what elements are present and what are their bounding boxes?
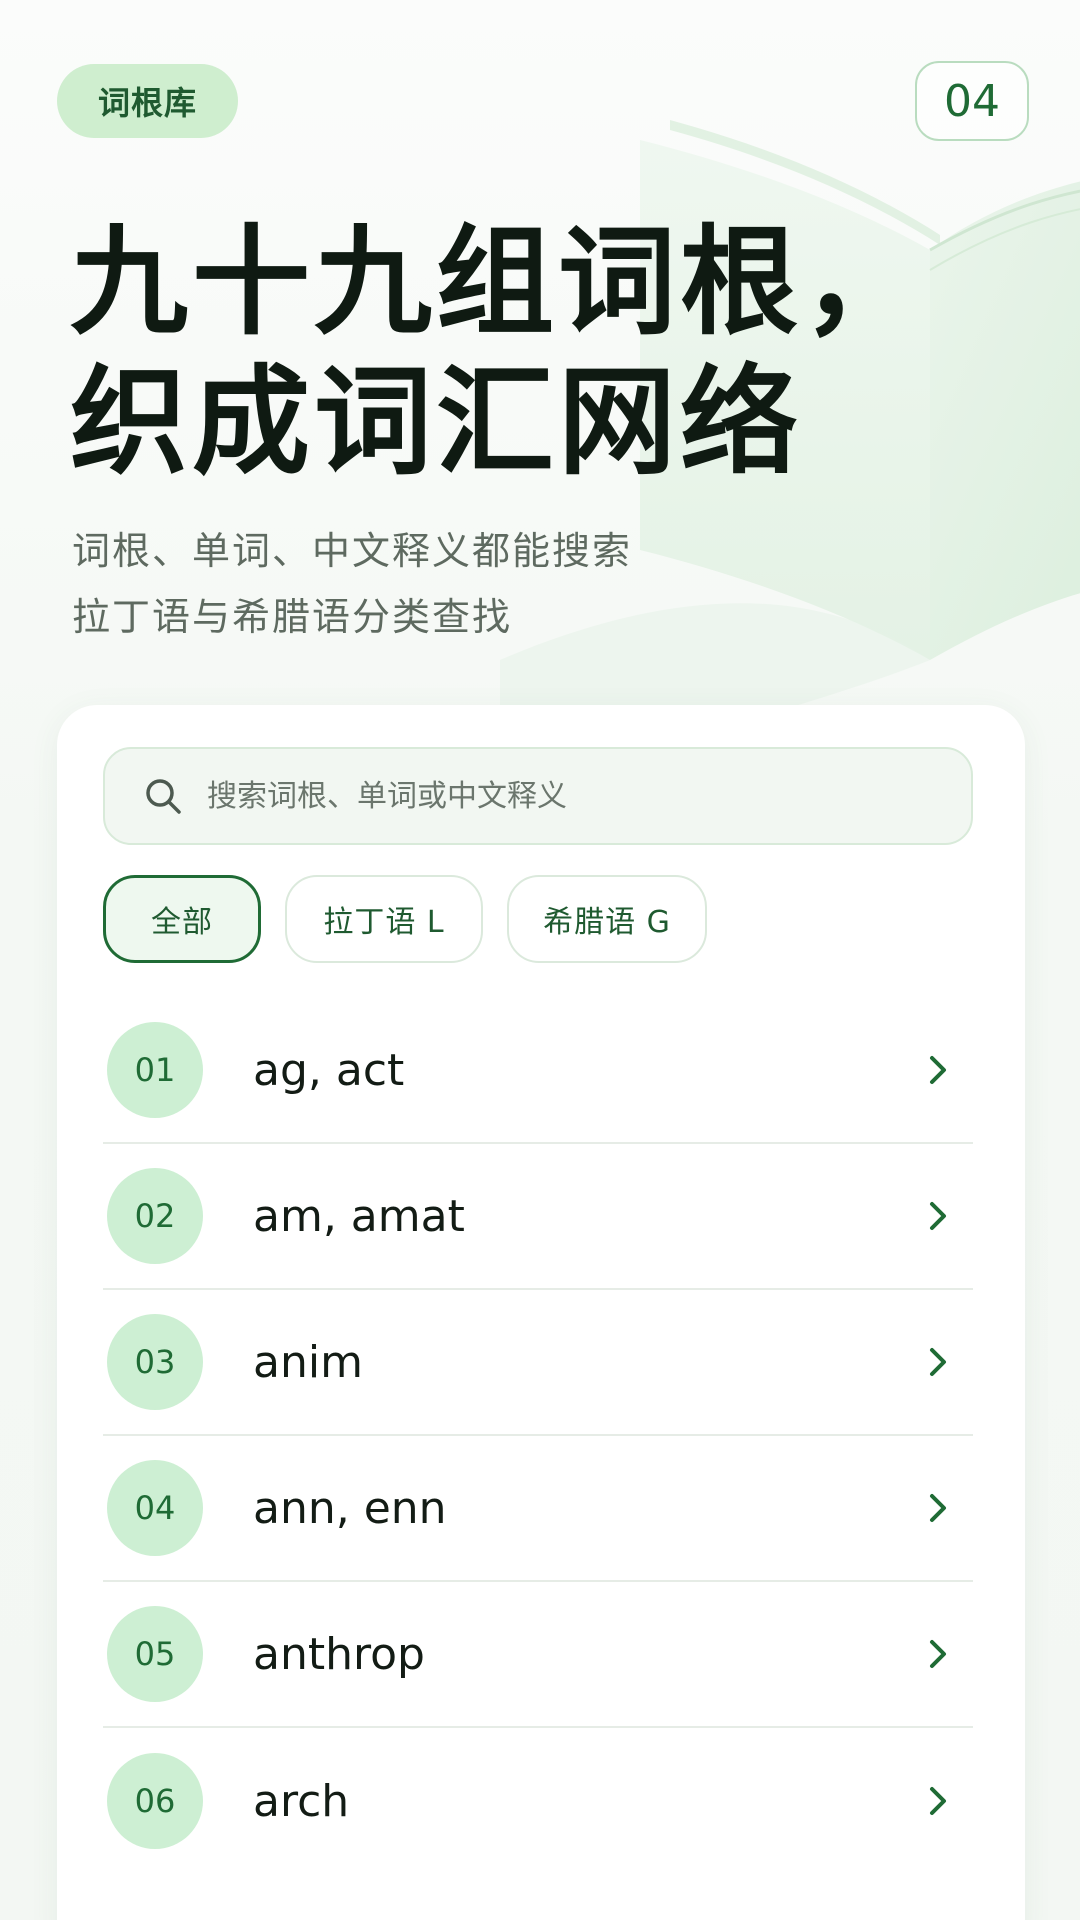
library-badge: 词根库 <box>57 64 238 138</box>
root-name: ann, enn <box>253 1482 447 1534</box>
search-icon <box>146 779 181 814</box>
root-list-item[interactable]: 05 anthrop <box>103 1582 973 1728</box>
root-list-item[interactable]: 06 arch <box>103 1728 973 1874</box>
filter-chips: 全部 拉丁语 L 希腊语 G <box>103 875 707 963</box>
search-input[interactable] <box>207 766 907 826</box>
root-number-badge: 02 <box>107 1168 203 1264</box>
root-number-badge: 03 <box>107 1314 203 1410</box>
subtitle-line-2: 拉丁语与希腊语分类查找 <box>72 595 513 639</box>
title-line-2: 织成词汇网络 <box>70 353 803 491</box>
root-name: anthrop <box>253 1628 425 1680</box>
chevron-right-icon <box>930 1056 946 1084</box>
filter-all-chip[interactable]: 全部 <box>103 875 261 963</box>
root-number-badge: 06 <box>107 1753 203 1849</box>
chevron-right-icon <box>930 1640 946 1668</box>
root-number-badge: 04 <box>107 1460 203 1556</box>
root-number-badge: 05 <box>107 1606 203 1702</box>
root-list: 01 ag, act 02 am, amat 03 anim 04 ann, e… <box>103 998 973 1874</box>
root-list-item[interactable]: 01 ag, act <box>103 998 973 1144</box>
page-title: 九十九组词根， 织成词汇网络 <box>70 212 970 492</box>
chevron-right-icon <box>930 1348 946 1376</box>
root-list-item[interactable]: 02 am, amat <box>103 1144 973 1290</box>
root-name: arch <box>253 1775 350 1827</box>
page-subtitle: 词根、单词、中文释义都能搜索 拉丁语与希腊语分类查找 <box>72 518 832 650</box>
subtitle-line-1: 词根、单词、中文释义都能搜索 <box>72 529 633 573</box>
root-list-card: 全部 拉丁语 L 希腊语 G 01 ag, act 02 am, amat 03 <box>57 705 1025 1920</box>
root-name: ag, act <box>253 1044 405 1096</box>
filter-greek-chip[interactable]: 希腊语 G <box>507 875 707 963</box>
filter-latin-chip[interactable]: 拉丁语 L <box>285 875 483 963</box>
root-name: am, amat <box>253 1190 465 1242</box>
root-list-item[interactable]: 04 ann, enn <box>103 1436 973 1582</box>
root-list-item[interactable]: 03 anim <box>103 1290 973 1436</box>
chevron-right-icon <box>930 1787 946 1815</box>
title-line-1: 九十九组词根， <box>70 213 925 351</box>
root-name: anim <box>253 1336 363 1388</box>
chevron-right-icon <box>930 1494 946 1522</box>
root-library-page: 词根库 04 九十九组词根， 织成词汇网络 词根、单词、中文释义都能搜索 拉丁语… <box>0 0 1080 1920</box>
root-number-badge: 01 <box>107 1022 203 1118</box>
search-bar[interactable] <box>103 747 973 845</box>
chevron-right-icon <box>930 1202 946 1230</box>
page-number-badge: 04 <box>915 61 1029 141</box>
